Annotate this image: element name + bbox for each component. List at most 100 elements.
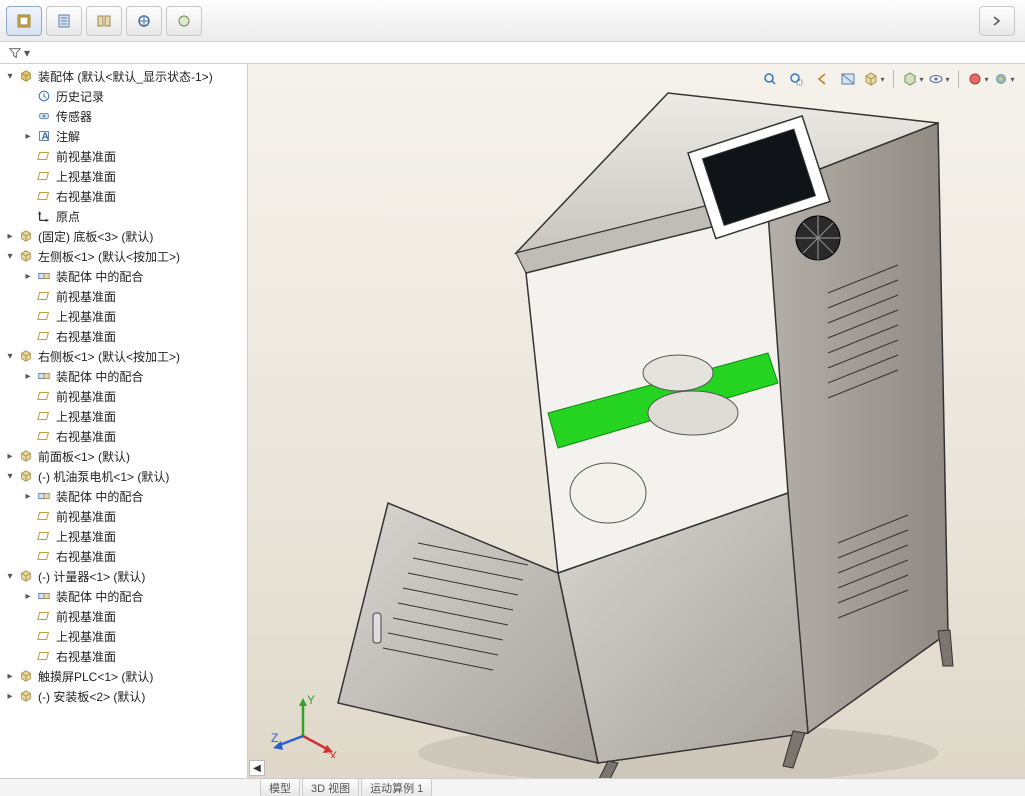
tree-row[interactable]: 前视基准面 <box>0 386 247 406</box>
tree-item-label: 左侧板<1> (默认<按加工>) <box>38 248 180 265</box>
tab-feature-manager[interactable] <box>6 6 42 36</box>
tree-row[interactable]: ▸ 装配体 中的配合 <box>0 586 247 606</box>
tree-item-label: 传感器 <box>56 108 92 125</box>
tab-configuration-manager[interactable] <box>86 6 122 36</box>
tree-row[interactable]: 右视基准面 <box>0 546 247 566</box>
mates-icon <box>36 268 52 284</box>
overflow-button[interactable] <box>979 6 1015 36</box>
tree-item-label: 前视基准面 <box>56 288 116 305</box>
tree-row[interactable]: ▸ (固定) 底板<3> (默认) <box>0 226 247 246</box>
tree-row[interactable]: 传感器 <box>0 106 247 126</box>
tree-row[interactable]: ▸装配体 中的配合 <box>0 486 247 506</box>
tree-row[interactable]: ▸前面板<1> (默认) <box>0 446 247 466</box>
tree-row[interactable]: 右视基准面 <box>0 646 247 666</box>
hide-show-icon[interactable]: ▾ <box>928 68 950 90</box>
tree-item-label: 右视基准面 <box>56 428 116 445</box>
tree-item-label: 右视基准面 <box>56 648 116 665</box>
tree-item-label: 上视基准面 <box>56 408 116 425</box>
expand-icon[interactable]: ▸ <box>22 490 34 502</box>
tab-model[interactable]: 模型 <box>260 778 300 796</box>
tree-row[interactable]: 上视基准面 <box>0 166 247 186</box>
tree-row[interactable]: ▾(-) 机油泵电机<1> (默认) <box>0 466 247 486</box>
tree-row[interactable]: 前视基准面 <box>0 286 247 306</box>
tab-property-manager[interactable] <box>46 6 82 36</box>
section-view-icon[interactable] <box>837 68 859 90</box>
tree-item-label: 右视基准面 <box>56 328 116 345</box>
expand-icon[interactable]: ▸ <box>4 670 16 682</box>
tab-display-manager[interactable] <box>166 6 202 36</box>
expand-icon[interactable]: ▸ <box>4 450 16 462</box>
tree-row[interactable]: 历史记录 <box>0 86 247 106</box>
annotation-icon: A <box>36 128 52 144</box>
tree-row[interactable]: 上视基准面 <box>0 626 247 646</box>
expander-spacer <box>22 170 34 182</box>
edit-appearance-icon[interactable]: ▾ <box>967 68 989 90</box>
expand-icon[interactable]: ▸ <box>4 230 16 242</box>
tree-row[interactable]: ▾ 装配体 (默认<默认_显示状态-1>) <box>0 66 247 86</box>
tree-row[interactable]: 右视基准面 <box>0 426 247 446</box>
tree-row[interactable]: 右视基准面 <box>0 186 247 206</box>
tree-row[interactable]: ▸(-) 安装板<2> (默认) <box>0 686 247 706</box>
expander-spacer <box>22 390 34 402</box>
expand-icon[interactable]: ▸ <box>22 590 34 602</box>
tree-row[interactable]: 前视基准面 <box>0 506 247 526</box>
tree-row[interactable]: 右视基准面 <box>0 326 247 346</box>
display-style-icon[interactable]: ▾ <box>902 68 924 90</box>
tree-item-label: (固定) 底板<3> (默认) <box>38 228 153 245</box>
zoom-area-icon[interactable] <box>785 68 807 90</box>
expander-spacer <box>22 510 34 522</box>
tree-row[interactable]: 上视基准面 <box>0 406 247 426</box>
collapse-icon[interactable]: ▾ <box>4 470 16 482</box>
tree-row[interactable]: ▸装配体 中的配合 <box>0 366 247 386</box>
tree-row[interactable]: 原点 <box>0 206 247 226</box>
tree-item-label: 装配体 中的配合 <box>56 588 143 605</box>
tree-row[interactable]: ▾ 左侧板<1> (默认<按加工>) <box>0 246 247 266</box>
apply-scene-icon[interactable]: ▾ <box>993 68 1015 90</box>
plane-icon <box>36 528 52 544</box>
tree-row[interactable]: ▾(-) 计量器<1> (默认) <box>0 566 247 586</box>
tab-3d-view[interactable]: 3D 视图 <box>302 778 359 796</box>
svg-text:A: A <box>41 131 49 143</box>
tree-row[interactable]: 上视基准面 <box>0 526 247 546</box>
tree-row[interactable]: 上视基准面 <box>0 306 247 326</box>
tree-item-label: 前视基准面 <box>56 608 116 625</box>
collapse-icon[interactable]: ▾ <box>4 70 16 82</box>
feature-tree-panel[interactable]: ▾装配体 (默认<默认_显示状态-1>)历史记录传感器▸A注解前视基准面上视基准… <box>0 64 248 796</box>
expand-icon[interactable]: ▸ <box>22 130 34 142</box>
expander-spacer <box>22 290 34 302</box>
plane-icon <box>36 328 52 344</box>
filter-icon <box>8 46 22 60</box>
filter-bar[interactable]: ▾ <box>0 42 1025 64</box>
tree-row[interactable]: ▸A注解 <box>0 126 247 146</box>
expand-icon[interactable]: ▸ <box>22 370 34 382</box>
assembly-icon <box>18 68 34 84</box>
origin-icon <box>36 208 52 224</box>
tree-row[interactable]: ▸ 装配体 中的配合 <box>0 266 247 286</box>
expand-icon[interactable]: ▸ <box>22 270 34 282</box>
expander-spacer <box>22 210 34 222</box>
prev-sheet-button[interactable]: ◀ <box>249 760 265 776</box>
tree-row[interactable]: ▾右侧板<1> (默认<按加工>) <box>0 346 247 366</box>
part-icon <box>18 348 34 364</box>
tree-row[interactable]: ▸触摸屏PLC<1> (默认) <box>0 666 247 686</box>
expander-spacer <box>22 550 34 562</box>
expander-spacer <box>22 430 34 442</box>
graphics-viewport[interactable]: ▾ ▾ ▾ ▾ ▾ <box>248 64 1025 796</box>
collapse-icon[interactable]: ▾ <box>4 570 16 582</box>
view-orientation-icon[interactable]: ▾ <box>863 68 885 90</box>
expander-spacer <box>22 90 34 102</box>
expand-icon[interactable]: ▸ <box>4 690 16 702</box>
svg-text:Y: Y <box>307 693 315 707</box>
tree-item-label: 装配体 中的配合 <box>56 268 143 285</box>
zoom-fit-icon[interactable] <box>759 68 781 90</box>
tree-row[interactable]: 前视基准面 <box>0 146 247 166</box>
mates-icon <box>36 368 52 384</box>
tree-item-label: 装配体 (默认<默认_显示状态-1>) <box>38 68 213 85</box>
tab-dimxpert[interactable] <box>126 6 162 36</box>
collapse-icon[interactable]: ▾ <box>4 350 16 362</box>
tree-row[interactable]: 前视基准面 <box>0 606 247 626</box>
collapse-icon[interactable]: ▾ <box>4 250 16 262</box>
plane-icon <box>36 408 52 424</box>
tab-motion-study[interactable]: 运动算例 1 <box>361 778 432 796</box>
previous-view-icon[interactable] <box>811 68 833 90</box>
